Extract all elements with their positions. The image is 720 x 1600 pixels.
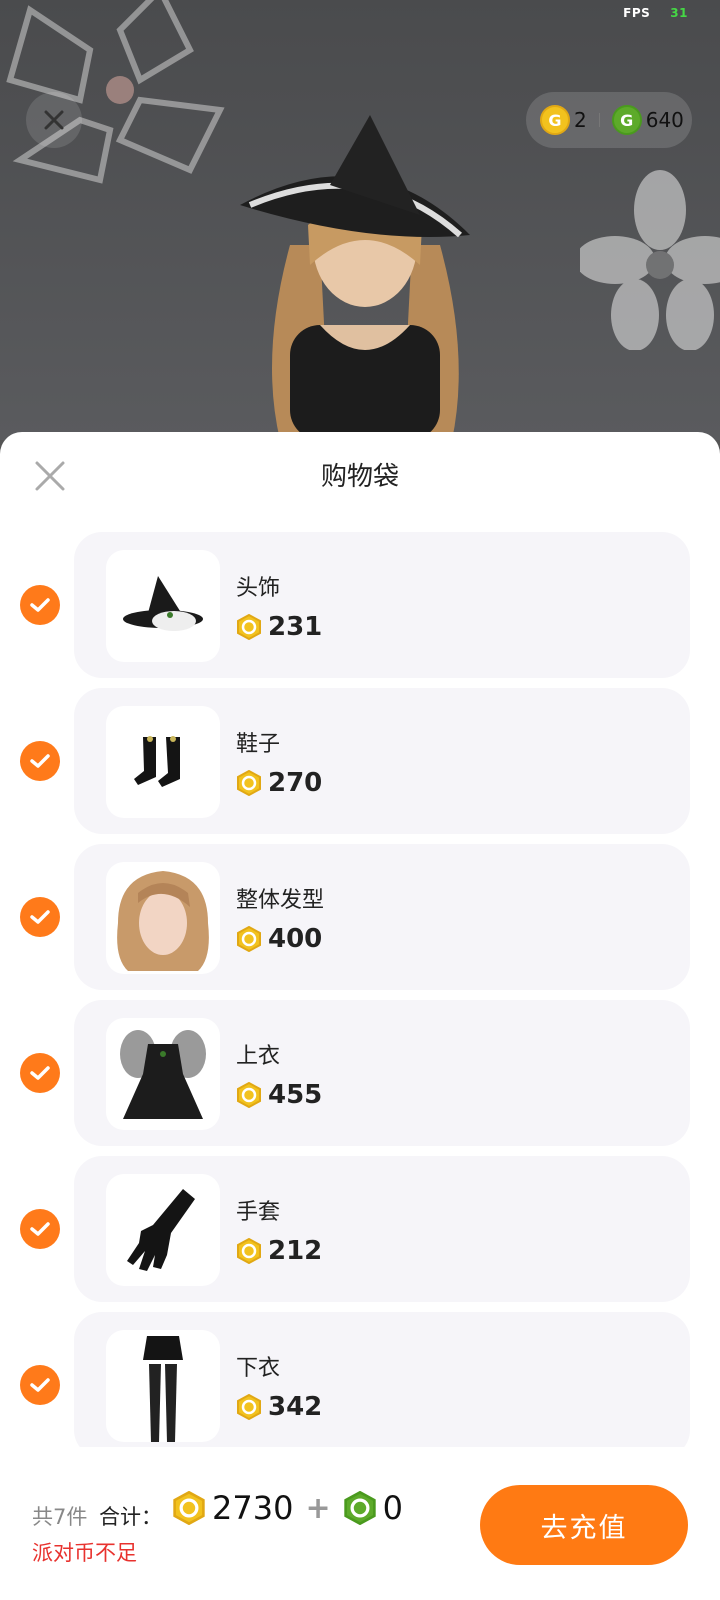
- item-checkbox[interactable]: [20, 741, 60, 781]
- item-price: 270: [236, 768, 322, 798]
- fps-value: 31: [670, 6, 688, 20]
- item-thumbnail: [106, 550, 220, 662]
- total-green-value: 0: [382, 1489, 403, 1527]
- top-dress-icon: [120, 1030, 206, 1119]
- party-coin-icon: G: [540, 105, 570, 135]
- list-item[interactable]: 整体发型 400: [0, 844, 720, 990]
- list-item[interactable]: 上衣 455: [0, 1000, 720, 1146]
- item-thumbnail: [106, 706, 220, 818]
- item-checkbox[interactable]: [20, 1209, 60, 1249]
- item-name: 上衣: [236, 1044, 281, 1069]
- total-label: 合计：: [99, 1505, 162, 1529]
- item-checkbox[interactable]: [20, 1053, 60, 1093]
- party-coin-icon: [237, 770, 261, 796]
- party-coin-icon: [237, 614, 261, 640]
- checkmark-icon: [30, 1222, 50, 1236]
- party-coin-balance: 2: [574, 108, 587, 132]
- item-card[interactable]: 头饰 231: [74, 532, 690, 678]
- item-name: 整体发型: [236, 888, 325, 913]
- green-coin-icon: G: [611, 105, 642, 135]
- avatar-character: [240, 115, 470, 440]
- list-item[interactable]: 手套 212: [0, 1156, 720, 1302]
- item-price-value: 270: [268, 768, 323, 798]
- item-thumbnail: [106, 1330, 220, 1442]
- item-card[interactable]: 下衣 342: [74, 1312, 690, 1458]
- item-name: 手套: [236, 1200, 281, 1225]
- party-coin-icon: [237, 1238, 261, 1264]
- flower-decoration-icon: [580, 170, 720, 350]
- item-checkbox[interactable]: [20, 1365, 60, 1405]
- sheet-title: 购物袋: [320, 462, 399, 492]
- checkmark-icon: [30, 754, 50, 768]
- close-icon: [44, 110, 64, 130]
- preview-close-button[interactable]: [26, 92, 82, 148]
- item-name: 下衣: [236, 1356, 281, 1381]
- list-item[interactable]: 下衣 342: [0, 1312, 720, 1458]
- item-price-value: 455: [268, 1080, 323, 1110]
- witch-hat-icon: [123, 576, 203, 631]
- item-price-value: 212: [268, 1236, 323, 1266]
- checkout-bar: 共7件 合计： 2730 + 0 派对币不足 去充值: [0, 1447, 720, 1600]
- item-price-value: 231: [268, 612, 323, 642]
- insufficient-funds-warning: 派对币不足: [32, 1541, 137, 1565]
- item-list[interactable]: 头饰 231 鞋子 270 整体发型 400 上衣 455 手套 212 下衣 …: [0, 532, 720, 1540]
- item-card[interactable]: 鞋子 270: [74, 688, 690, 834]
- party-coin-icon: [237, 1082, 261, 1108]
- checkmark-icon: [30, 1066, 50, 1080]
- item-price-value: 342: [268, 1392, 323, 1422]
- party-coin-icon: [173, 1491, 205, 1525]
- item-thumbnail: [106, 1018, 220, 1130]
- flower-decoration-icon: [6, 0, 225, 184]
- list-item[interactable]: 头饰 231: [0, 532, 720, 678]
- item-checkbox[interactable]: [20, 585, 60, 625]
- item-checkbox[interactable]: [20, 897, 60, 937]
- bottoms-icon: [143, 1336, 183, 1442]
- total-amount: 2730 + 0: [172, 1489, 403, 1527]
- currency-divider: [598, 113, 600, 127]
- avatar-preview-background: [0, 0, 720, 440]
- checkmark-icon: [30, 598, 50, 612]
- item-price-value: 400: [268, 924, 323, 954]
- item-card[interactable]: 上衣 455: [74, 1000, 690, 1146]
- total-gold-value: 2730: [212, 1489, 294, 1527]
- plus-sign: +: [305, 1490, 331, 1526]
- list-item[interactable]: 鞋子 270: [0, 688, 720, 834]
- item-name: 头饰: [236, 576, 281, 601]
- party-coin-icon: [237, 1394, 261, 1420]
- fps-counter: FPS 31: [623, 6, 688, 20]
- boots-icon: [134, 736, 180, 787]
- fps-label: FPS: [623, 6, 651, 20]
- green-coin-balance: 640: [645, 108, 684, 132]
- currency-balance: G 2 G 640: [526, 92, 692, 148]
- hairstyle-icon: [117, 871, 209, 971]
- item-price: 231: [236, 612, 322, 642]
- item-thumbnail: [106, 862, 220, 974]
- party-coin-icon: [237, 926, 261, 952]
- glove-icon: [127, 1189, 195, 1271]
- green-coin-icon: [343, 1491, 376, 1525]
- checkmark-icon: [30, 1378, 50, 1392]
- item-price: 455: [236, 1080, 322, 1110]
- item-price: 342: [236, 1392, 322, 1422]
- item-count: 共7件: [32, 1505, 88, 1529]
- item-thumbnail: [106, 1174, 220, 1286]
- item-price: 212: [236, 1236, 322, 1266]
- item-card[interactable]: 整体发型 400: [74, 844, 690, 990]
- item-card[interactable]: 手套 212: [74, 1156, 690, 1302]
- item-price: 400: [236, 924, 322, 954]
- item-name: 鞋子: [236, 732, 281, 757]
- recharge-button[interactable]: 去充值: [480, 1485, 688, 1565]
- checkmark-icon: [30, 910, 50, 924]
- shopping-bag-sheet: 购物袋 头饰 231 鞋子 270 整体发型 400 上衣 455 手套 212…: [0, 432, 720, 1600]
